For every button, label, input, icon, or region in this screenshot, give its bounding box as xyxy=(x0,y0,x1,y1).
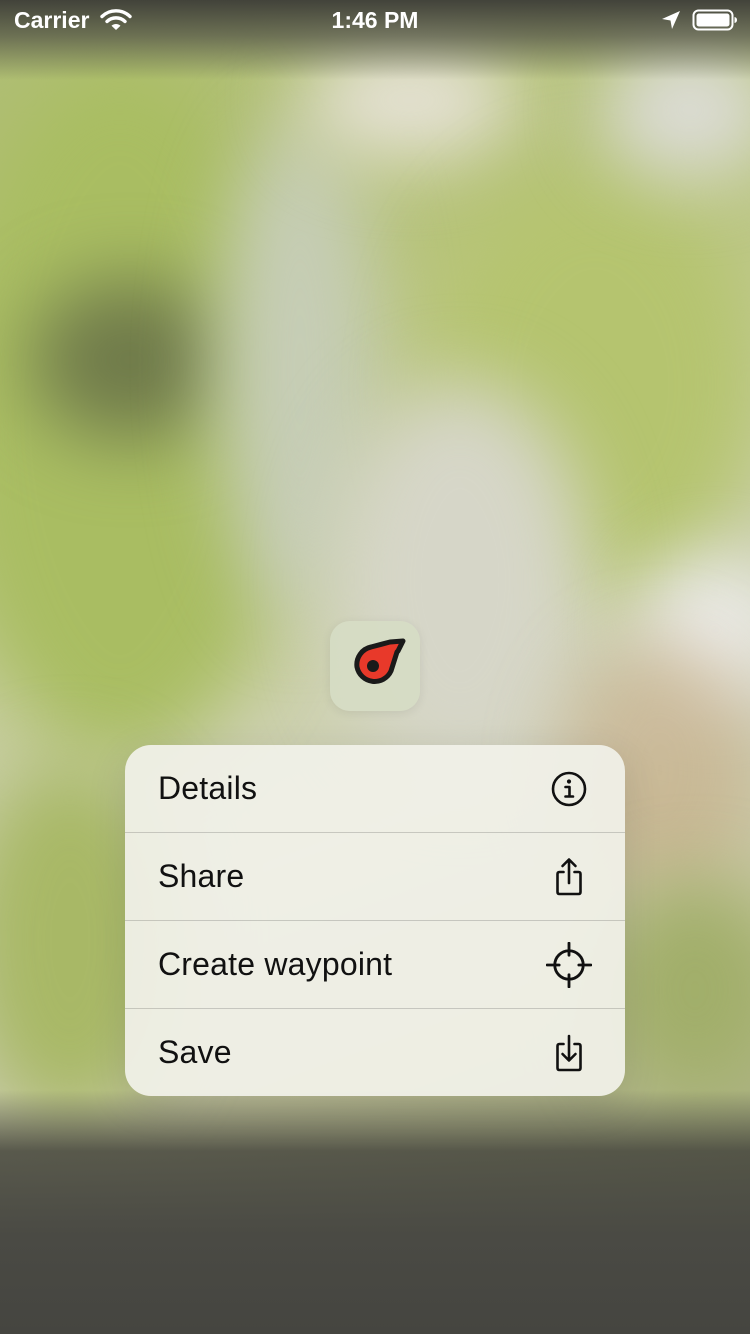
waypoint-pin-icon xyxy=(354,638,406,684)
menu-item-label: Create waypoint xyxy=(158,946,393,982)
crosshair-icon xyxy=(546,942,592,988)
info-circle-icon xyxy=(551,771,587,807)
menu-item-label: Save xyxy=(158,1034,232,1070)
location-arrow-icon xyxy=(662,11,680,29)
menu-item-save[interactable]: Save xyxy=(125,1009,625,1096)
menu-item-label: Share xyxy=(158,858,245,894)
share-icon xyxy=(556,858,582,896)
preview-app-tile xyxy=(330,621,420,711)
menu-item-create-waypoint[interactable]: Create waypoint xyxy=(125,921,625,1009)
context-menu: Details Share Create waypoint Save xyxy=(125,745,625,1096)
save-icon xyxy=(556,1034,582,1072)
battery-icon xyxy=(692,9,737,31)
clock-label: 1:46 PM xyxy=(331,7,419,33)
menu-item-details[interactable]: Details xyxy=(125,745,625,833)
menu-item-share[interactable]: Share xyxy=(125,833,625,921)
menu-item-label: Details xyxy=(158,770,258,806)
status-bar: Carrier 1:46 PM xyxy=(0,0,750,40)
